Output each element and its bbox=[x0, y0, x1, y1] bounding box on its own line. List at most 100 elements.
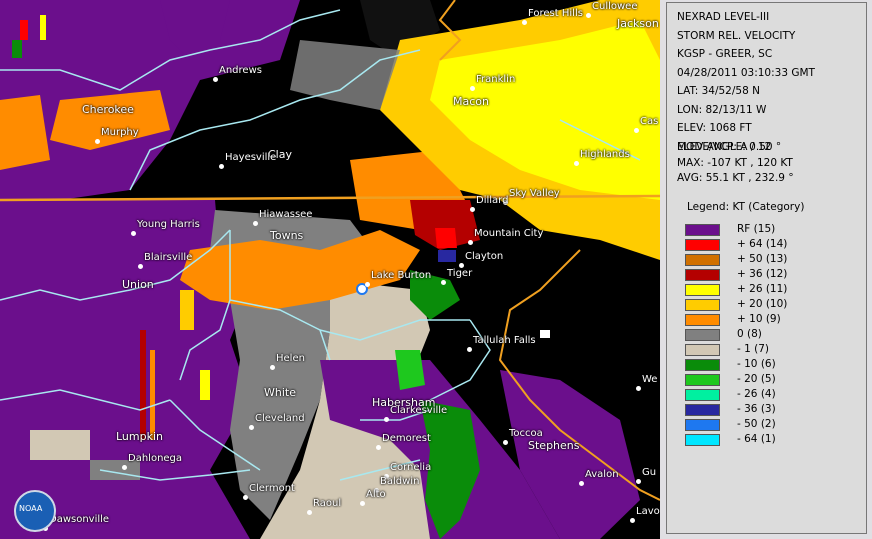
info-panel: NEXRAD LEVEL-III STORM REL. VELOCITY KGSP … bbox=[666, 2, 867, 534]
radar-map[interactable]: Forest Hills Cullowee Jackson Andrews Cherok… bbox=[0, 0, 660, 539]
city-label: Avalon bbox=[585, 469, 619, 480]
legend-label: - 10 (6) bbox=[737, 358, 776, 370]
city-label: Blairsville bbox=[144, 252, 193, 263]
panel-info-line: 04/28/2011 03:10:33 GMT bbox=[677, 66, 815, 79]
legend-item: + 26 (11) bbox=[685, 283, 865, 297]
legend-label: RF (15) bbox=[737, 223, 776, 235]
city-label: Dawsonville bbox=[49, 514, 110, 525]
city-label: Lake Burton bbox=[371, 270, 432, 281]
legend-swatch bbox=[685, 344, 720, 356]
legend-swatch bbox=[685, 284, 720, 296]
city-label: Highlands bbox=[580, 149, 630, 160]
legend-swatch bbox=[685, 374, 720, 386]
city-label: We bbox=[642, 374, 658, 385]
city-marker bbox=[470, 207, 475, 212]
legend-item: - 10 (6) bbox=[685, 358, 865, 372]
legend-item: - 1 (7) bbox=[685, 343, 865, 357]
city-label: Clermont bbox=[249, 483, 295, 494]
city-label: Tiger bbox=[447, 268, 473, 279]
city-label: Lavo bbox=[636, 506, 660, 517]
county-label: Stephens bbox=[528, 439, 580, 452]
city-label: Raoul bbox=[313, 498, 342, 509]
legend-item: - 50 (2) bbox=[685, 418, 865, 432]
county-label: Macon bbox=[453, 95, 489, 108]
panel-info-line: KGSP - GREER, SC bbox=[677, 48, 773, 60]
legend-label: - 64 (1) bbox=[737, 433, 776, 445]
city-marker bbox=[95, 139, 100, 144]
legend-label: + 20 (10) bbox=[737, 298, 788, 310]
county-label: Cherokee bbox=[82, 103, 134, 116]
city-marker bbox=[249, 425, 254, 430]
city-label: Andrews bbox=[219, 65, 262, 76]
city-marker bbox=[467, 347, 472, 352]
legend-item: + 20 (10) bbox=[685, 298, 865, 312]
noaa-logo-text: NOAA bbox=[19, 504, 43, 513]
city-marker bbox=[634, 128, 639, 133]
city-marker bbox=[630, 518, 635, 523]
legend-item: - 36 (3) bbox=[685, 403, 865, 417]
legend-swatch bbox=[685, 404, 720, 416]
legend-swatch bbox=[685, 419, 720, 431]
legend-item: - 64 (1) bbox=[685, 433, 865, 447]
city-label: Hiawassee bbox=[259, 209, 313, 220]
city-label: Mountain City bbox=[474, 228, 544, 239]
city-marker bbox=[138, 264, 143, 269]
city-marker bbox=[213, 77, 218, 82]
legend-swatch bbox=[685, 254, 720, 266]
legend-item: - 20 (5) bbox=[685, 373, 865, 387]
legend-swatch bbox=[685, 434, 720, 446]
legend-item: + 50 (13) bbox=[685, 253, 865, 267]
city-marker bbox=[376, 445, 381, 450]
city-marker bbox=[522, 20, 527, 25]
city-marker bbox=[636, 386, 641, 391]
legend-label: + 26 (11) bbox=[737, 283, 788, 295]
panel-stat-line: AVG: 55.1 KT , 232.9 ° bbox=[677, 172, 794, 184]
panel-info-line: LON: 82/13/11 W bbox=[677, 103, 767, 116]
city-label: Demorest bbox=[382, 433, 431, 444]
legend-swatch bbox=[685, 299, 720, 311]
legend-label: + 10 (9) bbox=[737, 313, 781, 325]
city-label: Alto bbox=[366, 489, 386, 500]
city-label: Helen bbox=[276, 353, 305, 364]
city-label: Clarkesville bbox=[390, 405, 448, 416]
county-label: Union bbox=[122, 278, 154, 291]
city-label: Toccoa bbox=[509, 428, 543, 439]
legend-label: - 1 (7) bbox=[737, 343, 770, 355]
legend-label: + 50 (13) bbox=[737, 253, 788, 265]
panel-stat-line: MAX: -107 KT , 120 KT bbox=[677, 156, 793, 169]
legend-item: + 36 (12) bbox=[685, 268, 865, 282]
legend-swatch bbox=[685, 359, 720, 371]
city-label: Young Harris bbox=[137, 219, 200, 230]
city-label: Forest Hills bbox=[528, 8, 583, 19]
city-label: Cullowee bbox=[592, 1, 638, 12]
legend-item: 0 (8) bbox=[685, 328, 865, 342]
city-marker bbox=[586, 13, 591, 18]
city-marker bbox=[468, 240, 473, 245]
city-label: Sky Valley bbox=[509, 188, 560, 199]
city-label: Franklin bbox=[476, 74, 516, 85]
city-label: Baldwin bbox=[380, 476, 420, 487]
legend-label: + 36 (12) bbox=[737, 268, 788, 280]
city-marker bbox=[360, 501, 365, 506]
city-marker bbox=[574, 161, 579, 166]
panel-info-line: ELEV: 1068 FT bbox=[677, 122, 752, 134]
city-marker bbox=[441, 280, 446, 285]
legend-label: - 20 (5) bbox=[737, 373, 776, 385]
legend-swatch bbox=[685, 389, 720, 401]
legend-swatch bbox=[685, 224, 720, 236]
city-marker bbox=[253, 221, 258, 226]
city-marker bbox=[270, 365, 275, 370]
city-marker bbox=[122, 465, 127, 470]
radar-velocity-layer bbox=[0, 0, 660, 539]
city-marker bbox=[579, 481, 584, 486]
legend-item: - 26 (4) bbox=[685, 388, 865, 402]
city-label: Dahlonega bbox=[128, 453, 183, 464]
city-marker bbox=[243, 495, 248, 500]
city-label: Cornelia bbox=[390, 462, 432, 473]
legend-swatch bbox=[685, 329, 720, 341]
city-marker bbox=[365, 282, 370, 287]
city-marker bbox=[470, 86, 475, 91]
legend-item: + 10 (9) bbox=[685, 313, 865, 327]
legend-label: 0 (8) bbox=[737, 328, 762, 340]
city-marker bbox=[384, 417, 389, 422]
